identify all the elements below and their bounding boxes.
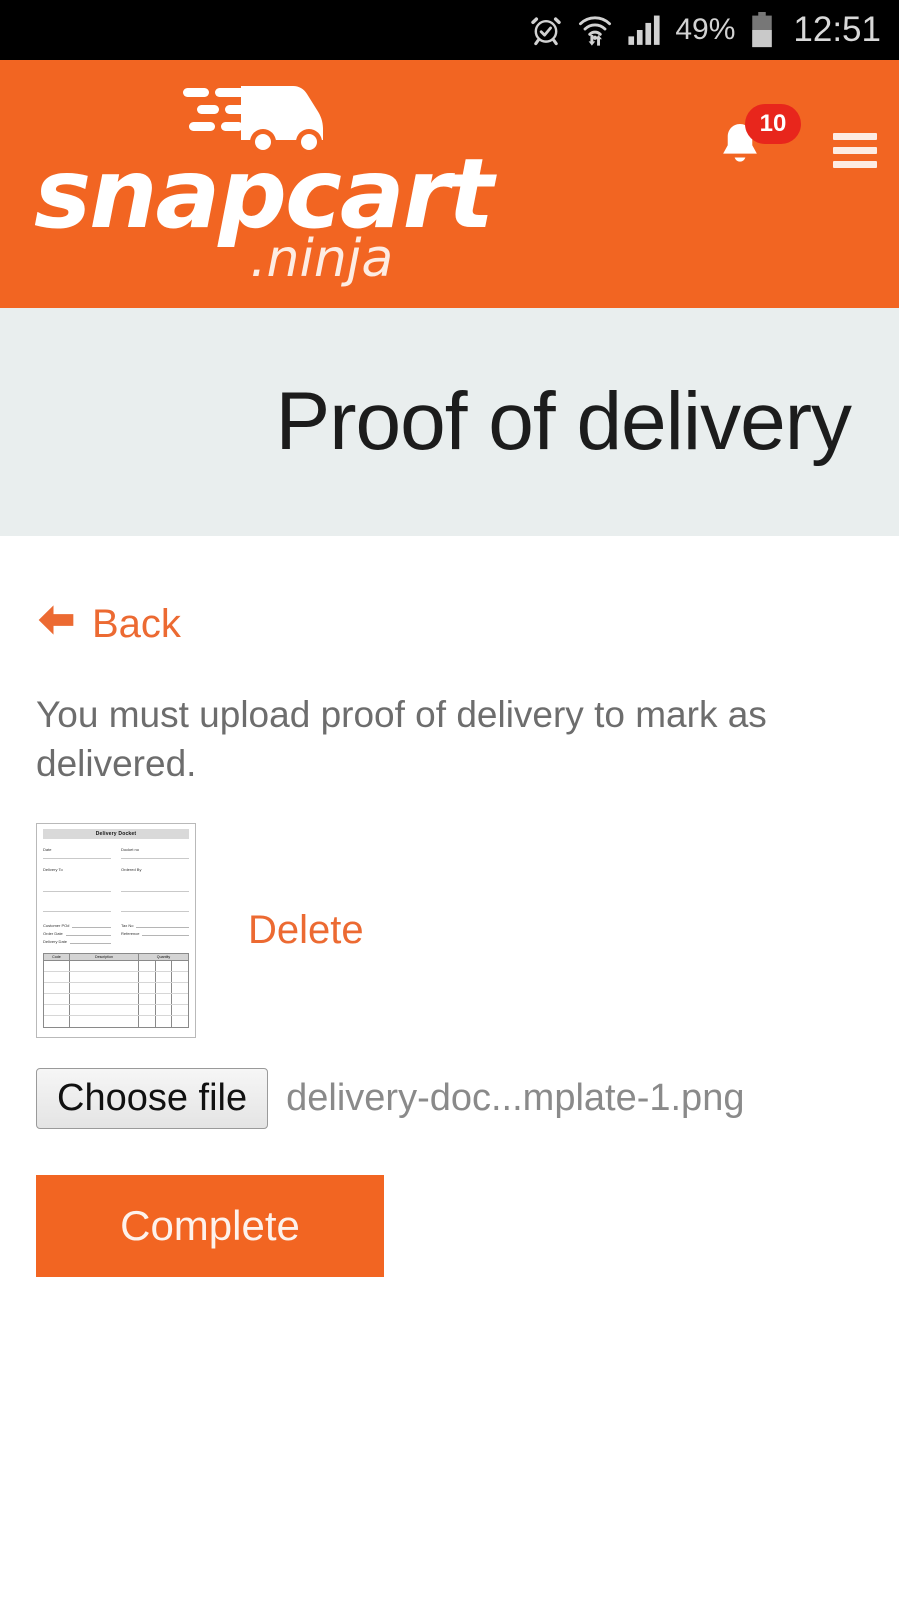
- signal-bars-icon: [627, 14, 661, 46]
- brand-name-label: snapcart: [34, 138, 494, 250]
- docket-table-row: [44, 993, 188, 1005]
- docket-title: Delivery Docket: [43, 828, 189, 839]
- file-input-row: Choose file delivery-doc...mplate-1.png: [36, 1067, 863, 1130]
- notification-count-badge: 10: [745, 104, 801, 144]
- battery-icon: [749, 12, 775, 48]
- back-link[interactable]: Back: [36, 602, 181, 647]
- back-label: Back: [92, 602, 181, 646]
- docket-rule: [65, 931, 111, 936]
- hamburger-bar: [833, 160, 877, 168]
- clock-time-label: 12:51: [793, 10, 881, 49]
- page-title: Proof of delivery: [275, 376, 852, 467]
- docket-table-row: [44, 960, 188, 972]
- android-status-bar: 49% 12:51: [0, 0, 899, 60]
- complete-button[interactable]: Complete: [36, 1175, 384, 1278]
- docket-deliveryto-label: Delivery To: [43, 866, 63, 872]
- docket-rule: [70, 939, 111, 944]
- docket-items-table: Code Description Quantity: [43, 952, 189, 1028]
- battery-percent-label: 49%: [675, 13, 736, 46]
- arrow-left-icon: [36, 602, 76, 647]
- docket-rule: [136, 923, 189, 928]
- docket-col-description: Description: [70, 953, 140, 960]
- hamburger-bar: [833, 146, 877, 154]
- docket-rule: [72, 923, 111, 928]
- notifications-button[interactable]: 10: [717, 104, 801, 180]
- hamburger-bar: [833, 132, 877, 140]
- brand-logo[interactable]: snapcart .ninja: [28, 68, 498, 298]
- docket-rule: [43, 898, 111, 912]
- docket-table-row: [44, 982, 188, 994]
- docket-reference-label: Reference: [121, 930, 140, 936]
- hamburger-menu-icon[interactable]: [833, 132, 877, 168]
- docket-orderedby-label: Ordered By: [121, 866, 142, 872]
- docket-rule: [142, 931, 189, 936]
- docket-note: Please check that all goods are correct …: [43, 1037, 189, 1038]
- app-header: snapcart .ninja 10: [0, 60, 899, 308]
- alarm-clock-icon: [529, 13, 563, 47]
- header-actions: 10: [717, 104, 877, 180]
- docket-rule: [43, 878, 111, 892]
- wifi-transfer-icon: [577, 13, 613, 47]
- docket-rule: [43, 852, 111, 859]
- selected-file-name: delivery-doc...mplate-1.png: [286, 1076, 745, 1119]
- upload-notice-text: You must upload proof of delivery to mar…: [36, 694, 767, 784]
- docket-po-label: Customer PO#: [43, 922, 70, 928]
- brand-suffix-label: .ninja: [250, 229, 394, 289]
- delivery-docket-thumbnail[interactable]: Delivery Docket Date Docket no Delivery …: [36, 822, 196, 1038]
- docket-rule: [121, 878, 189, 892]
- choose-file-button[interactable]: Choose file: [36, 1067, 269, 1130]
- docket-table-row: [44, 1004, 188, 1016]
- docket-col-quantity: Quantity: [156, 954, 171, 959]
- docket-rule: [121, 898, 189, 912]
- page-title-banner: Proof of delivery: [0, 308, 899, 536]
- mobile-screen: 49% 12:51 snapcart .ninja 10 Proof of de…: [0, 0, 899, 1599]
- docket-table-row: [44, 1015, 188, 1027]
- docket-taxno-label: Tax No: [121, 922, 134, 928]
- docket-orderdate-label: Order Date: [43, 930, 63, 936]
- docket-table-header: Code Description Quantity: [44, 953, 188, 961]
- delete-file-link[interactable]: Delete: [248, 908, 364, 953]
- main-content: Back You must upload proof of delivery t…: [0, 536, 899, 1278]
- docket-deliverydate-label: Delivery Date: [43, 938, 68, 944]
- uploaded-file-row: Delivery Docket Date Docket no Delivery …: [36, 822, 863, 1038]
- docket-col-code: Code: [44, 953, 70, 960]
- docket-rule: [121, 852, 189, 859]
- docket-table-row: [44, 971, 188, 983]
